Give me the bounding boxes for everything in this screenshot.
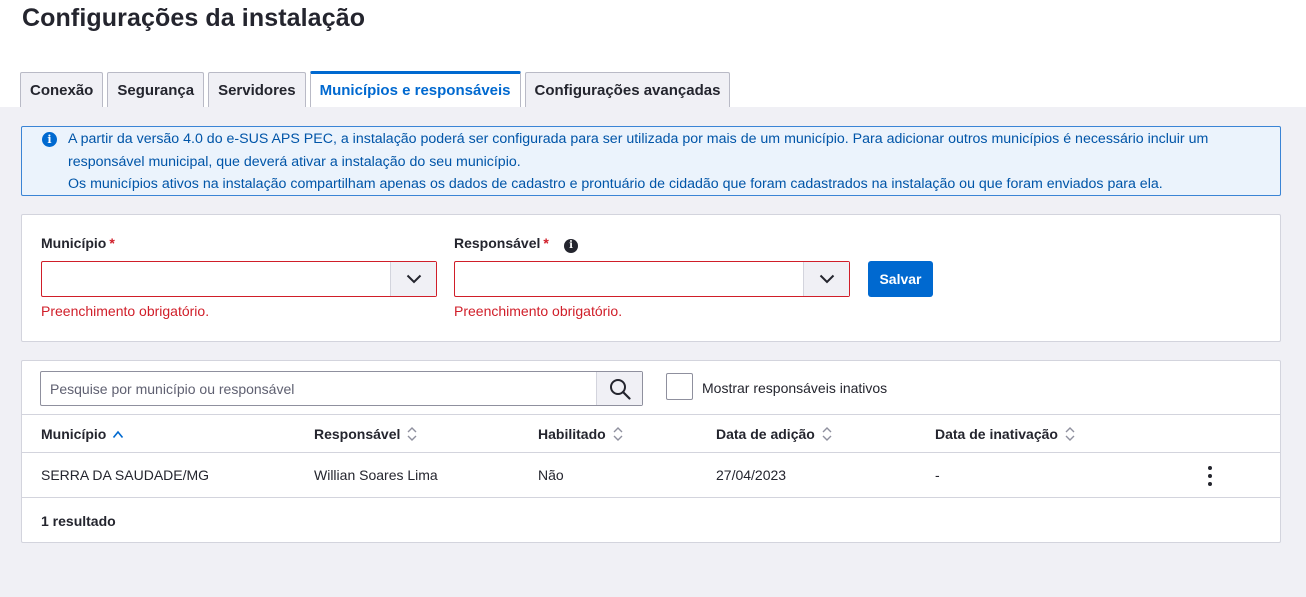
- info-icon: i: [42, 132, 57, 147]
- cell-habilitado: Não: [538, 467, 564, 483]
- chevron-down-icon[interactable]: [390, 262, 436, 296]
- column-header-label: Município: [41, 426, 107, 442]
- divider: [22, 497, 1280, 498]
- info-line: responsável municipal, que deverá ativar…: [68, 153, 521, 170]
- search-button[interactable]: [596, 372, 642, 405]
- tab-conexao[interactable]: Conexão: [20, 72, 104, 108]
- tab-servidores[interactable]: Servidores: [208, 72, 306, 108]
- save-button[interactable]: Salvar: [868, 261, 933, 297]
- sort-ascending-icon: [113, 430, 124, 438]
- help-icon[interactable]: i: [564, 239, 578, 253]
- column-header-label: Data de inativação: [935, 426, 1058, 442]
- municipio-label-text: Município: [41, 235, 107, 251]
- cell-data-inativacao: -: [935, 467, 940, 483]
- sort-icon: [613, 427, 623, 441]
- info-line: Os municípios ativos na instalação compa…: [68, 176, 1163, 192]
- divider: [22, 414, 1280, 415]
- divider: [22, 452, 1280, 453]
- result-count: 1 resultado: [41, 513, 116, 529]
- column-header-responsavel[interactable]: Responsável: [314, 426, 418, 442]
- info-alert: i A partir da versão 4.0 do e-SUS APS PE…: [21, 126, 1281, 196]
- cell-data-adicao: 27/04/2023: [716, 467, 787, 483]
- column-header-label: Responsável: [314, 426, 401, 442]
- column-header-data-inativacao[interactable]: Data de inativação: [935, 426, 1076, 442]
- municipio-label: Município *: [41, 235, 115, 251]
- sort-icon: [822, 427, 832, 441]
- column-header-data-adicao[interactable]: Data de adição: [716, 426, 833, 442]
- responsavel-select[interactable]: [454, 261, 850, 297]
- responsavel-label: Responsável *: [454, 235, 549, 251]
- more-options-icon[interactable]: [1202, 465, 1218, 487]
- column-header-habilitado[interactable]: Habilitado: [538, 426, 624, 442]
- chevron-down-icon[interactable]: [803, 262, 849, 296]
- show-inactive-label: Mostrar responsáveis inativos: [702, 380, 888, 396]
- responsaveis-table-card: Mostrar responsáveis inativos Município …: [21, 360, 1281, 543]
- page-title: Configurações da instalação: [22, 4, 366, 32]
- search-input[interactable]: [41, 372, 596, 405]
- tab-municipios-responsaveis[interactable]: Municípios e responsáveis: [309, 71, 521, 108]
- tab-seguranca[interactable]: Segurança: [107, 72, 205, 108]
- municipio-error: Preenchimento obrigatório.: [41, 303, 210, 319]
- cell-responsavel: Willian Soares Lima: [314, 467, 438, 483]
- tab-configuracoes-avancadas[interactable]: Configurações avançadas: [524, 72, 731, 108]
- municipio-select[interactable]: [41, 261, 437, 297]
- info-line: A partir da versão 4.0 do e-SUS APS PEC,…: [68, 131, 1209, 147]
- required-mark: *: [543, 235, 549, 251]
- info-text: A partir da versão 4.0 do e-SUS APS PEC,…: [68, 128, 1268, 196]
- search-field: [40, 371, 643, 406]
- cell-municipio: SERRA DA SAUDADE/MG: [41, 467, 210, 483]
- column-header-label: Habilitado: [538, 426, 606, 442]
- tab-bar: Conexão Segurança Servidores Municípios …: [20, 71, 734, 108]
- column-header-municipio[interactable]: Município: [41, 426, 124, 442]
- show-inactive-checkbox[interactable]: [666, 373, 693, 400]
- search-icon: [609, 378, 631, 400]
- sort-icon: [407, 427, 417, 441]
- sort-icon: [1065, 427, 1075, 441]
- column-header-label: Data de adição: [716, 426, 815, 442]
- responsavel-label-text: Responsável: [454, 235, 541, 251]
- required-mark: *: [109, 235, 115, 251]
- responsavel-error: Preenchimento obrigatório.: [454, 303, 623, 319]
- add-responsavel-form: Município * Preenchimento obrigatório. Re…: [21, 214, 1281, 342]
